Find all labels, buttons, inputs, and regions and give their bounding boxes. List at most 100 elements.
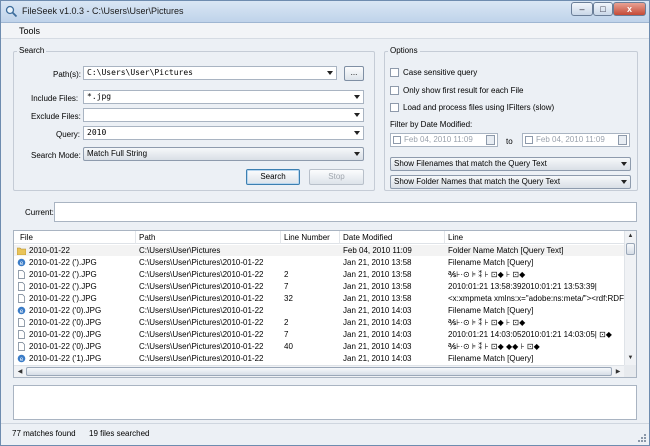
column-header-line[interactable]: Line	[448, 233, 463, 242]
date-from-checkbox[interactable]	[393, 136, 401, 144]
stop-button[interactable]: Stop	[309, 169, 364, 185]
row-file: 2010-01-22 ('1).JPG	[29, 354, 102, 363]
scrollbar-corner	[624, 365, 636, 377]
dropdown-arrow-icon	[354, 152, 360, 156]
column-header-path[interactable]: Path	[139, 233, 155, 242]
calendar-icon[interactable]	[486, 135, 495, 145]
date-from-value: Feb 04, 2010 11:09	[404, 135, 473, 144]
column-divider[interactable]	[444, 231, 445, 244]
paths-value: C:\Users\User\Pictures	[87, 68, 193, 77]
row-date: Jan 21, 2010 13:58	[343, 270, 412, 279]
table-row[interactable]: 2010-01-22 C:\Users\User\Pictures Feb 04…	[14, 245, 624, 256]
resize-grip-icon[interactable]	[638, 434, 647, 443]
table-row[interactable]: 2010-01-22 (').JPG C:\Users\User\Picture…	[14, 269, 624, 280]
table-row[interactable]: e 2010-01-22 ('0).JPG C:\Users\User\Pict…	[14, 305, 624, 316]
date-from-picker[interactable]: Feb 04, 2010 11:09	[390, 133, 498, 147]
row-file: 2010-01-22 (').JPG	[29, 270, 97, 279]
row-file: 2010-01-22 ('0).JPG	[29, 306, 102, 315]
ifilters-checkbox[interactable]: Load and process files using IFilters (s…	[390, 103, 630, 114]
filenames-match-select[interactable]: Show Filenames that match the Query Text	[390, 157, 631, 171]
scroll-left-icon[interactable]: ◀	[16, 368, 24, 375]
vertical-scrollbar[interactable]: ▲ ▼	[624, 231, 636, 365]
row-file: 2010-01-22	[29, 246, 70, 255]
column-divider[interactable]	[339, 231, 340, 244]
search-button[interactable]: Search	[246, 169, 300, 185]
folders-match-value: Show Folder Names that match the Query T…	[394, 177, 561, 186]
paths-combobox[interactable]: C:\Users\User\Pictures	[83, 66, 337, 80]
table-row[interactable]: 2010-01-22 (').JPG C:\Users\User\Picture…	[14, 293, 624, 304]
folders-match-select[interactable]: Show Folder Names that match the Query T…	[390, 175, 631, 189]
search-mode-value: Match Full String	[87, 149, 148, 158]
date-to-checkbox[interactable]	[525, 136, 533, 144]
browse-button[interactable]: ...	[344, 66, 364, 81]
row-file: 2010-01-22 ('0).JPG	[29, 330, 102, 339]
row-line-number: 2	[284, 318, 289, 327]
table-row[interactable]: 2010-01-22 ('0).JPG C:\Users\User\Pictur…	[14, 341, 624, 352]
results-header: File Path Line Number Date Modified Line	[14, 231, 624, 244]
filenames-match-value: Show Filenames that match the Query Text	[394, 159, 547, 168]
table-row[interactable]: 2010-01-22 (').JPG C:\Users\User\Picture…	[14, 281, 624, 292]
document-icon	[18, 318, 25, 327]
paths-label: Path(s):	[53, 70, 82, 79]
ifilters-label: Load and process files using IFilters (s…	[403, 103, 555, 112]
row-date: Jan 21, 2010 13:58	[343, 294, 412, 303]
scroll-down-icon[interactable]: ▼	[625, 355, 636, 361]
exclude-files-combobox[interactable]	[83, 108, 364, 122]
row-file: 2010-01-22 ('0).JPG	[29, 342, 102, 351]
query-combobox[interactable]: 2010	[83, 126, 364, 140]
document-icon	[18, 330, 25, 339]
row-line: <x:xmpmeta xmlns:x="adobe:ns:meta/"><rdf…	[448, 294, 624, 303]
minimize-button[interactable]: –	[571, 2, 593, 16]
row-line: Filename Match [Query]	[448, 258, 534, 267]
internet-explorer-icon: e	[17, 354, 26, 363]
date-to-picker[interactable]: Feb 04, 2010 11:09	[522, 133, 630, 147]
dropdown-arrow-icon	[354, 95, 360, 99]
include-files-combobox[interactable]: *.jpg	[83, 90, 364, 104]
folder-icon	[17, 247, 26, 255]
search-mode-select[interactable]: Match Full String	[83, 147, 364, 161]
row-date: Jan 21, 2010 14:03	[343, 342, 412, 351]
window-title: FileSeek v1.0.3 - C:\Users\User\Pictures	[22, 6, 184, 16]
horizontal-scrollbar[interactable]: ◀ ▶	[14, 365, 624, 377]
date-to-value: Feb 04, 2010 11:09	[536, 135, 605, 144]
row-line: Folder Name Match [Query Text]	[448, 246, 564, 255]
exclude-files-label: Exclude Files:	[31, 112, 81, 121]
row-date: Feb 04, 2010 11:09	[343, 246, 412, 255]
search-group-label: Search	[17, 46, 47, 55]
row-line-number: 7	[284, 282, 289, 291]
maximize-button[interactable]: □	[593, 2, 613, 16]
document-icon	[18, 270, 25, 279]
close-button[interactable]: x	[613, 2, 646, 16]
filter-date-label: Filter by Date Modified:	[390, 120, 473, 129]
line-preview-area[interactable]	[13, 385, 637, 420]
case-sensitive-label: Case sensitive query	[403, 68, 478, 77]
dropdown-arrow-icon	[354, 113, 360, 117]
vertical-scroll-thumb[interactable]	[626, 243, 635, 255]
table-row[interactable]: e 2010-01-22 ('1).JPG C:\Users\User\Pict…	[14, 353, 624, 364]
column-header-date-modified[interactable]: Date Modified	[343, 233, 392, 242]
dropdown-arrow-icon	[327, 71, 333, 75]
case-sensitive-checkbox[interactable]: Case sensitive query	[390, 68, 590, 79]
table-row[interactable]: 2010-01-22 ('0).JPG C:\Users\User\Pictur…	[14, 317, 624, 328]
first-result-checkbox[interactable]: Only show first result for each File	[390, 86, 610, 97]
menu-tools[interactable]: Tools	[19, 26, 40, 36]
query-label: Query:	[56, 130, 81, 139]
document-icon	[18, 282, 25, 291]
column-divider[interactable]	[280, 231, 281, 244]
column-divider[interactable]	[135, 231, 136, 244]
table-row[interactable]: 2010-01-22 ('0).JPG C:\Users\User\Pictur…	[14, 329, 624, 340]
table-row[interactable]: e 2010-01-22 (').JPG C:\Users\User\Pictu…	[14, 257, 624, 268]
results-list[interactable]: File Path Line Number Date Modified Line…	[13, 230, 637, 378]
checkbox-box	[390, 68, 399, 77]
calendar-icon[interactable]	[618, 135, 627, 145]
column-header-line-number[interactable]: Line Number	[284, 233, 330, 242]
magnifier-icon	[5, 5, 18, 18]
row-path: C:\Users\User\Pictures\2010-01-22	[139, 294, 264, 303]
horizontal-scroll-thumb[interactable]	[26, 367, 612, 376]
scroll-right-icon[interactable]: ▶	[614, 368, 622, 375]
row-date: Jan 21, 2010 14:03	[343, 306, 412, 315]
column-header-file[interactable]: File	[20, 233, 33, 242]
row-path: C:\Users\User\Pictures\2010-01-22	[139, 318, 264, 327]
current-field	[54, 202, 637, 222]
scroll-up-icon[interactable]: ▲	[625, 233, 636, 239]
